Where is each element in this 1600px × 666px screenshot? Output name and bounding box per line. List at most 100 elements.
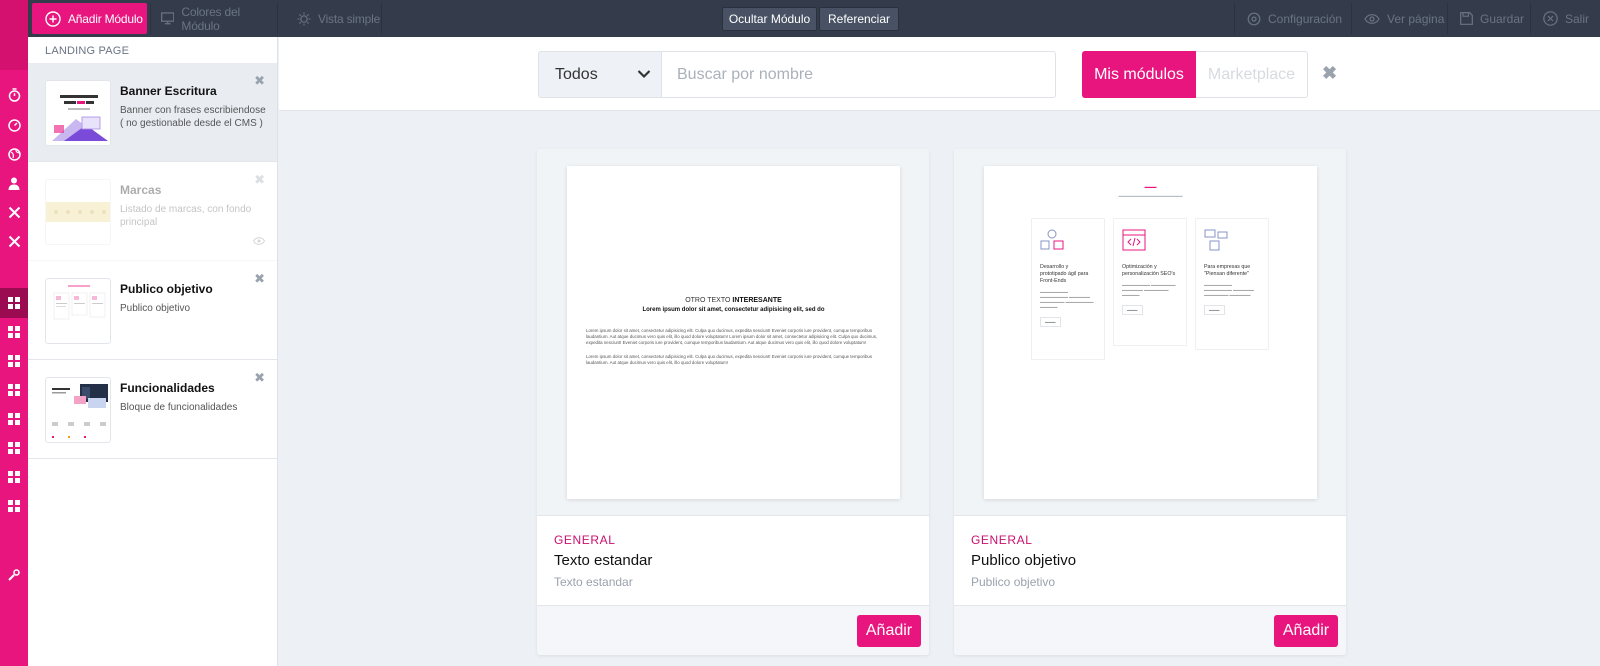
search-header: Todos Buscar por nombre Mis módulos Mark… [279, 37, 1600, 111]
module-colors-button[interactable]: Colores del Módulo [150, 3, 278, 34]
module-colors-label: Colores del Módulo [181, 4, 240, 33]
monitor-icon [161, 12, 175, 25]
config-button[interactable]: Configuración [1234, 3, 1349, 34]
module-thumbnail [45, 179, 111, 245]
preview-column-text: ▬▬▬▬▬▬▬▬ ▬▬▬▬▬▬▬▬ ▬▬▬▬▬▬ ▬▬▬▬▬▬▬ ▬▬▬▬▬▬▬… [1040, 290, 1094, 309]
sidebar-module-item[interactable]: Marcas Listado de marcas, con fondo prin… [28, 162, 277, 261]
module-title: Publico objetivo [120, 282, 213, 296]
dashboard-icon[interactable] [0, 113, 28, 137]
view-page-button[interactable]: Ver página [1351, 3, 1445, 34]
sidebar-module-item[interactable]: Banner Escritura Banner con frases escri… [28, 63, 277, 162]
module-description: Listado de marcas, con fondo principal [120, 204, 252, 228]
icon-rail [0, 0, 28, 666]
stopwatch-icon[interactable] [0, 83, 28, 107]
card-subtitle: Texto estandar [554, 575, 633, 589]
module-title: Banner Escritura [120, 84, 217, 98]
module-title: Marcas [120, 183, 162, 197]
card-footer: Añadir [954, 605, 1346, 655]
lightbulb-icon [297, 12, 311, 25]
module-thumbnail [45, 278, 111, 344]
grid-icon[interactable] [0, 378, 28, 402]
preview-column: Para empresas que "Piensan diferente" ▬▬… [1195, 218, 1269, 350]
module-description: Publico objetivo [120, 303, 191, 314]
top-toolbar: Añadir Módulo Colores del Módulo Vista s… [0, 0, 1600, 37]
preview-column-text: ▬▬▬▬▬▬▬▬ ▬▬▬▬▬▬▬ ▬▬▬▬▬▬ ▬▬▬▬▬▬▬ ▬▬▬▬▬ [1122, 283, 1176, 297]
preview-more-button: ▬▬▬ [1040, 317, 1061, 327]
module-description: Bloque de funcionalidades [120, 402, 238, 413]
module-sidebar: LANDING PAGE Banner Escritura Banner con… [28, 37, 278, 666]
tab-my-modules[interactable]: Mis módulos [1082, 51, 1196, 98]
close-icon[interactable]: ✖ [1322, 64, 1337, 82]
add-module-button[interactable]: Añadir Módulo [32, 3, 147, 34]
preview-more-button: ▬▬▬ [1204, 305, 1225, 315]
preview-column: Optimización y personalización SEO's ▬▬▬… [1113, 218, 1187, 346]
grid-icon[interactable] [0, 320, 28, 344]
close-circle-icon [1543, 11, 1558, 26]
preview-column-text: ▬▬▬▬▬▬▬▬ ▬▬▬▬▬▬▬▬ ▬▬▬▬▬▬ ▬▬▬▬▬▬▬ ▬▬▬▬▬▬ [1204, 283, 1254, 297]
reference-button[interactable]: Referenciar [819, 7, 899, 31]
hidden-eye-icon[interactable] [252, 232, 266, 250]
user-icon[interactable] [0, 171, 28, 195]
preview-tagline: ▬▬▬▬▬▬▬▬▬▬▬▬▬▬▬▬ [1118, 193, 1183, 198]
rail-header [0, 0, 28, 70]
hide-module-button[interactable]: Ocultar Módulo [722, 7, 817, 31]
remove-module-icon[interactable]: ✖ [254, 272, 265, 285]
preview-paragraph: Lorem ipsum dolor sit amet, consectetur … [586, 354, 873, 365]
tab-marketplace[interactable]: Marketplace [1196, 51, 1308, 98]
module-description: Banner con frases escribiendose ( no ges… [120, 105, 266, 129]
tools-icon[interactable] [0, 200, 28, 224]
grid-icon[interactable] [0, 288, 28, 318]
card-category: GENERAL [554, 533, 616, 547]
sidebar-module-item[interactable]: Funcionalidades Bloque de funcionalidade… [28, 360, 277, 459]
floppy-disk-icon [1460, 12, 1473, 25]
simple-view-button[interactable]: Vista simple [281, 3, 382, 34]
wrench-icon[interactable] [0, 563, 28, 587]
card-title: Texto estandar [554, 552, 653, 569]
card-subtitle: Publico objetivo [971, 575, 1056, 589]
module-title: Funcionalidades [120, 381, 215, 395]
grid-icon[interactable] [0, 465, 28, 489]
gear-icon [1247, 12, 1261, 25]
module-preview: OTRO TEXTO INTERESANTE Lorem ipsum dolor… [537, 149, 929, 516]
chevron-down-icon [637, 70, 651, 79]
preview-more-button: ▬▬▬ [1122, 305, 1143, 315]
add-module-card-button[interactable]: Añadir [857, 615, 921, 647]
preview-tag: ▬▬▬ [1144, 184, 1157, 189]
plus-circle-icon [45, 10, 61, 27]
sidebar-heading: LANDING PAGE [45, 45, 130, 57]
grid-icon[interactable] [0, 436, 28, 460]
add-module-label: Añadir Módulo [68, 11, 143, 26]
preview-column: Desarrollo y prototipado ágil para Front… [1031, 218, 1105, 360]
save-button[interactable]: Guardar [1447, 3, 1528, 34]
grid-icon[interactable] [0, 349, 28, 373]
preview-page: ▬▬▬ ▬▬▬▬▬▬▬▬▬▬▬▬▬▬▬▬ Desarrollo y protot… [984, 166, 1317, 499]
exit-label: Salir [1565, 11, 1590, 26]
config-label: Configuración [1268, 11, 1343, 26]
remove-module-icon[interactable]: ✖ [254, 173, 265, 186]
category-select-value: Todos [555, 65, 598, 83]
preview-kicker: OTRO TEXTO INTERESANTE [685, 297, 782, 304]
search-input[interactable]: Buscar por nombre [662, 51, 1056, 98]
save-label: Guardar [1480, 11, 1525, 26]
grid-icon[interactable] [0, 494, 28, 518]
remove-module-icon[interactable]: ✖ [254, 74, 265, 87]
card-title: Publico objetivo [971, 552, 1077, 569]
view-page-label: Ver página [1387, 11, 1445, 26]
module-thumbnail [45, 377, 111, 443]
globe-icon[interactable] [0, 142, 28, 166]
sidebar-module-item[interactable]: Publico objetivo Publico objetivo ✖ [28, 261, 277, 360]
eye-icon [1364, 13, 1380, 24]
add-module-card-button[interactable]: Añadir [1274, 615, 1338, 647]
exit-button[interactable]: Salir [1530, 3, 1600, 34]
code-window-icon [1122, 229, 1146, 251]
module-thumbnail [45, 80, 111, 146]
preview-column-title: Optimización y personalización SEO's [1122, 264, 1176, 277]
category-select[interactable]: Todos [538, 51, 662, 98]
devices-icon [1204, 229, 1228, 251]
tools-icon[interactable] [0, 229, 28, 253]
remove-module-icon[interactable]: ✖ [254, 371, 265, 384]
grid-icon[interactable] [0, 407, 28, 431]
module-preview: ▬▬▬ ▬▬▬▬▬▬▬▬▬▬▬▬▬▬▬▬ Desarrollo y protot… [954, 149, 1346, 516]
preview-column-title: Para empresas que "Piensan diferente" [1204, 264, 1251, 277]
prototype-icon [1040, 229, 1064, 250]
